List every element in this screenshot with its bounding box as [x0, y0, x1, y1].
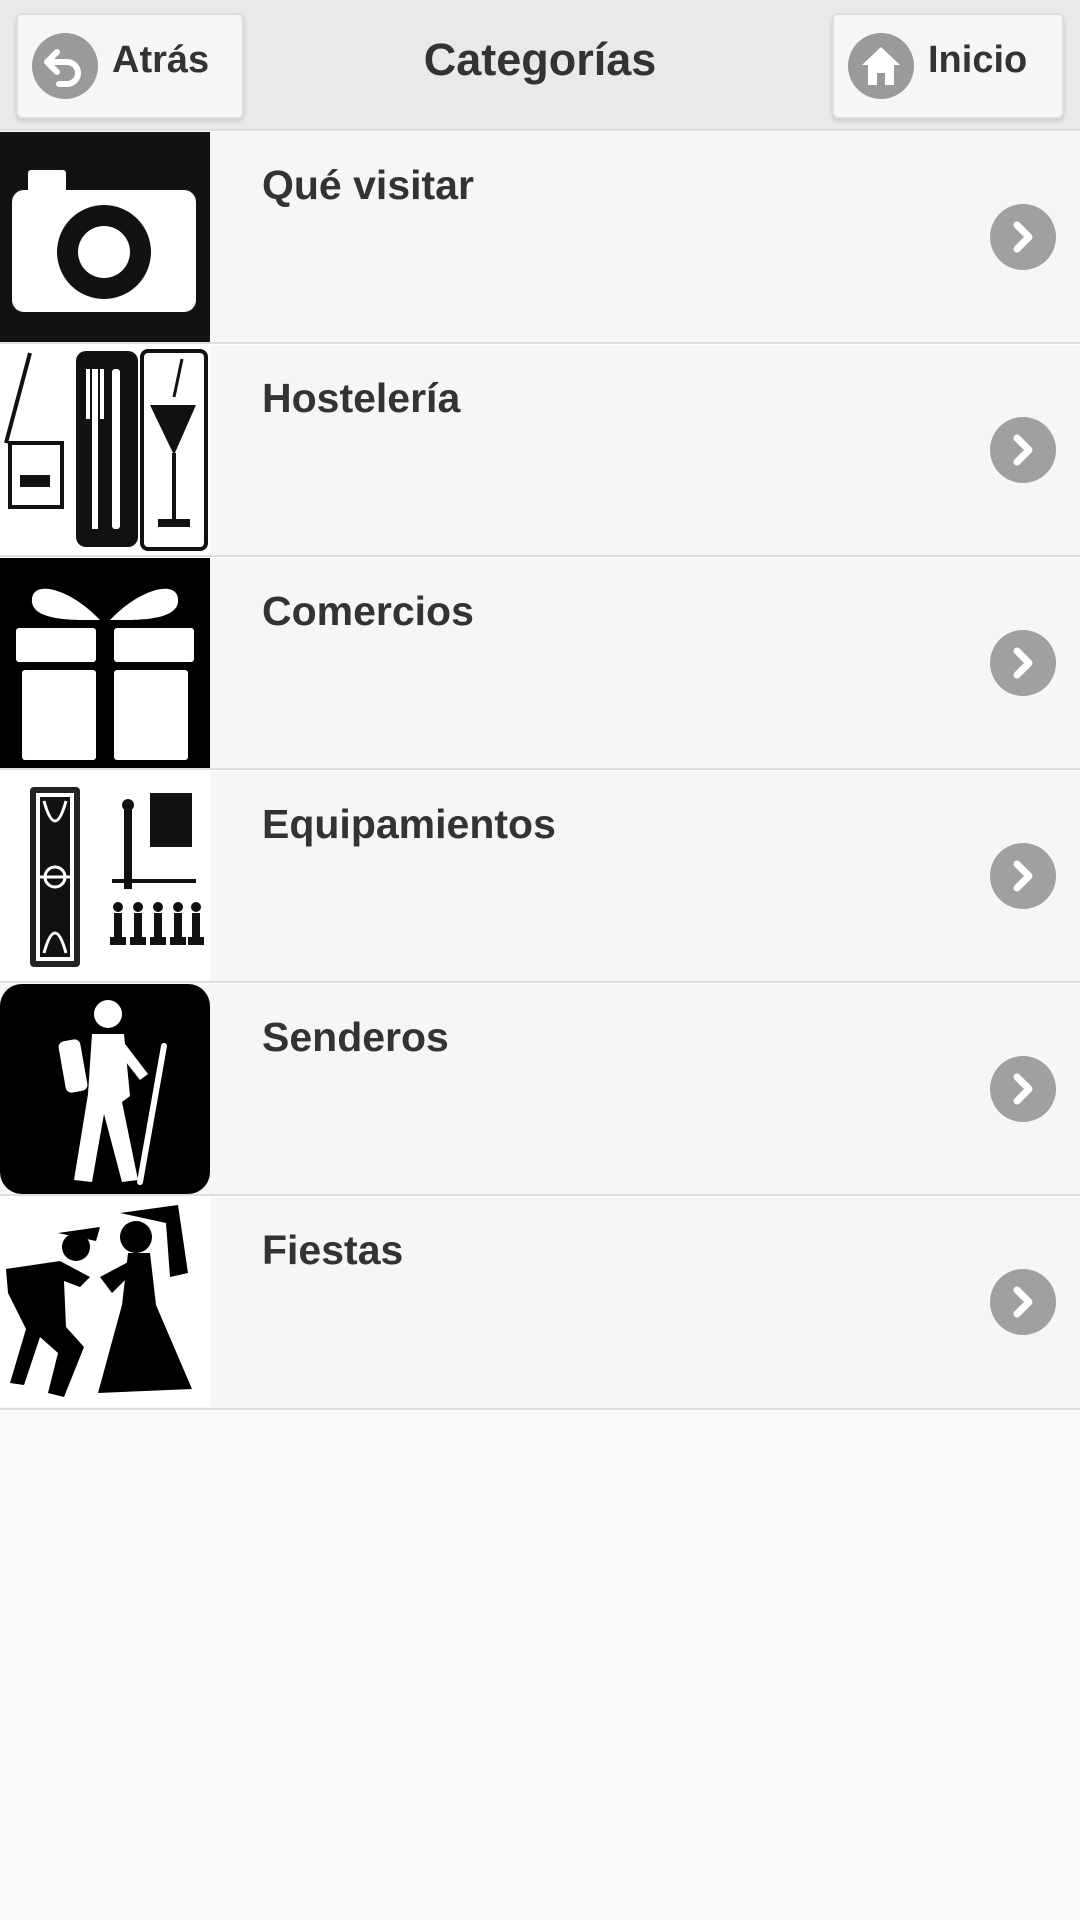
list-item-label: Qué visitar	[262, 162, 474, 208]
home-button-label: Inicio	[928, 38, 1028, 81]
home-button[interactable]: Inicio	[832, 13, 1064, 119]
list-item-label: Equipamientos	[262, 801, 556, 847]
chevron-right-icon	[990, 1269, 1056, 1335]
chevron-right-icon	[990, 630, 1056, 696]
list-item-label: Hostelería	[262, 375, 461, 421]
gift-icon	[0, 558, 210, 768]
page-title: Categorías	[423, 34, 657, 85]
list-item-hosteleria[interactable]: Hostelería	[0, 344, 1080, 557]
category-list: Qué visitar Hostelería Comercios Equipam…	[0, 131, 1080, 1410]
home-icon	[848, 33, 914, 99]
empty-content-area	[0, 1414, 1080, 1920]
hospitality-icon	[0, 345, 210, 555]
list-item-comercios[interactable]: Comercios	[0, 557, 1080, 770]
list-item-equipamientos[interactable]: Equipamientos	[0, 770, 1080, 983]
list-item-label: Senderos	[262, 1014, 449, 1060]
facilities-icon	[0, 771, 210, 981]
chevron-right-icon	[990, 1056, 1056, 1122]
list-item-senderos[interactable]: Senderos	[0, 983, 1080, 1196]
hiker-icon	[0, 984, 210, 1194]
dancers-icon	[0, 1197, 210, 1407]
list-item-label: Fiestas	[262, 1227, 404, 1273]
back-arrow-icon	[32, 33, 98, 99]
camera-icon	[0, 132, 210, 342]
list-item-label: Comercios	[262, 588, 474, 634]
list-item-que-visitar[interactable]: Qué visitar	[0, 131, 1080, 344]
list-item-fiestas[interactable]: Fiestas	[0, 1196, 1080, 1410]
back-button-label: Atrás	[112, 38, 210, 81]
back-button[interactable]: Atrás	[16, 13, 244, 119]
chevron-right-icon	[990, 417, 1056, 483]
header-bar: Atrás Categorías Inicio	[0, 0, 1080, 131]
chevron-right-icon	[990, 204, 1056, 270]
chevron-right-icon	[990, 843, 1056, 909]
